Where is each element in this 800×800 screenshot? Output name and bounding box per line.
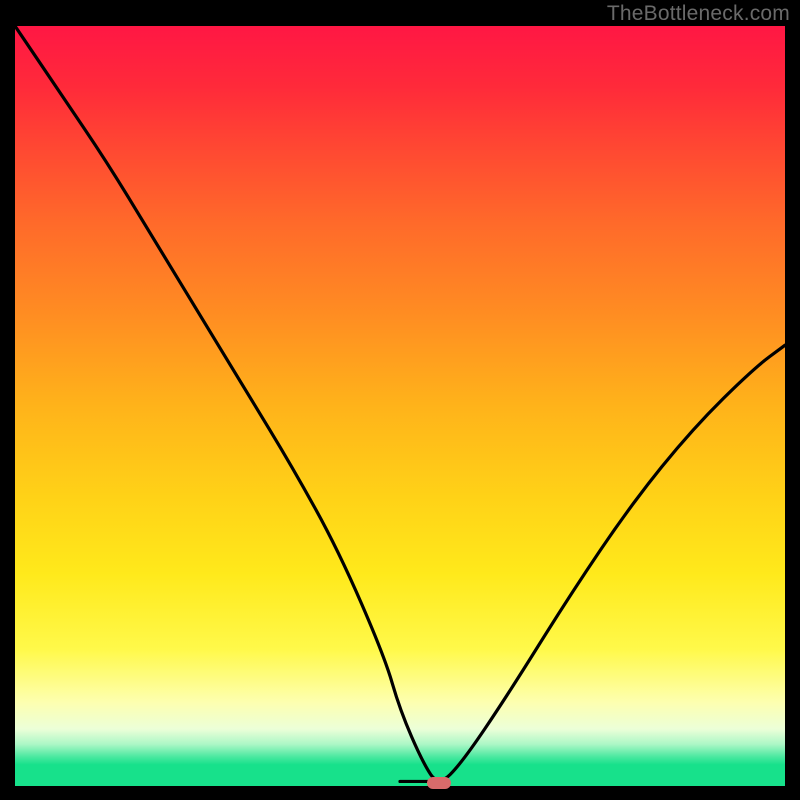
curve-path	[15, 26, 785, 781]
bottleneck-curve	[15, 26, 785, 786]
minimum-marker	[427, 777, 451, 789]
plot-area	[15, 26, 785, 786]
watermark-text: TheBottleneck.com	[607, 2, 790, 26]
chart-stage: TheBottleneck.com	[0, 0, 800, 800]
